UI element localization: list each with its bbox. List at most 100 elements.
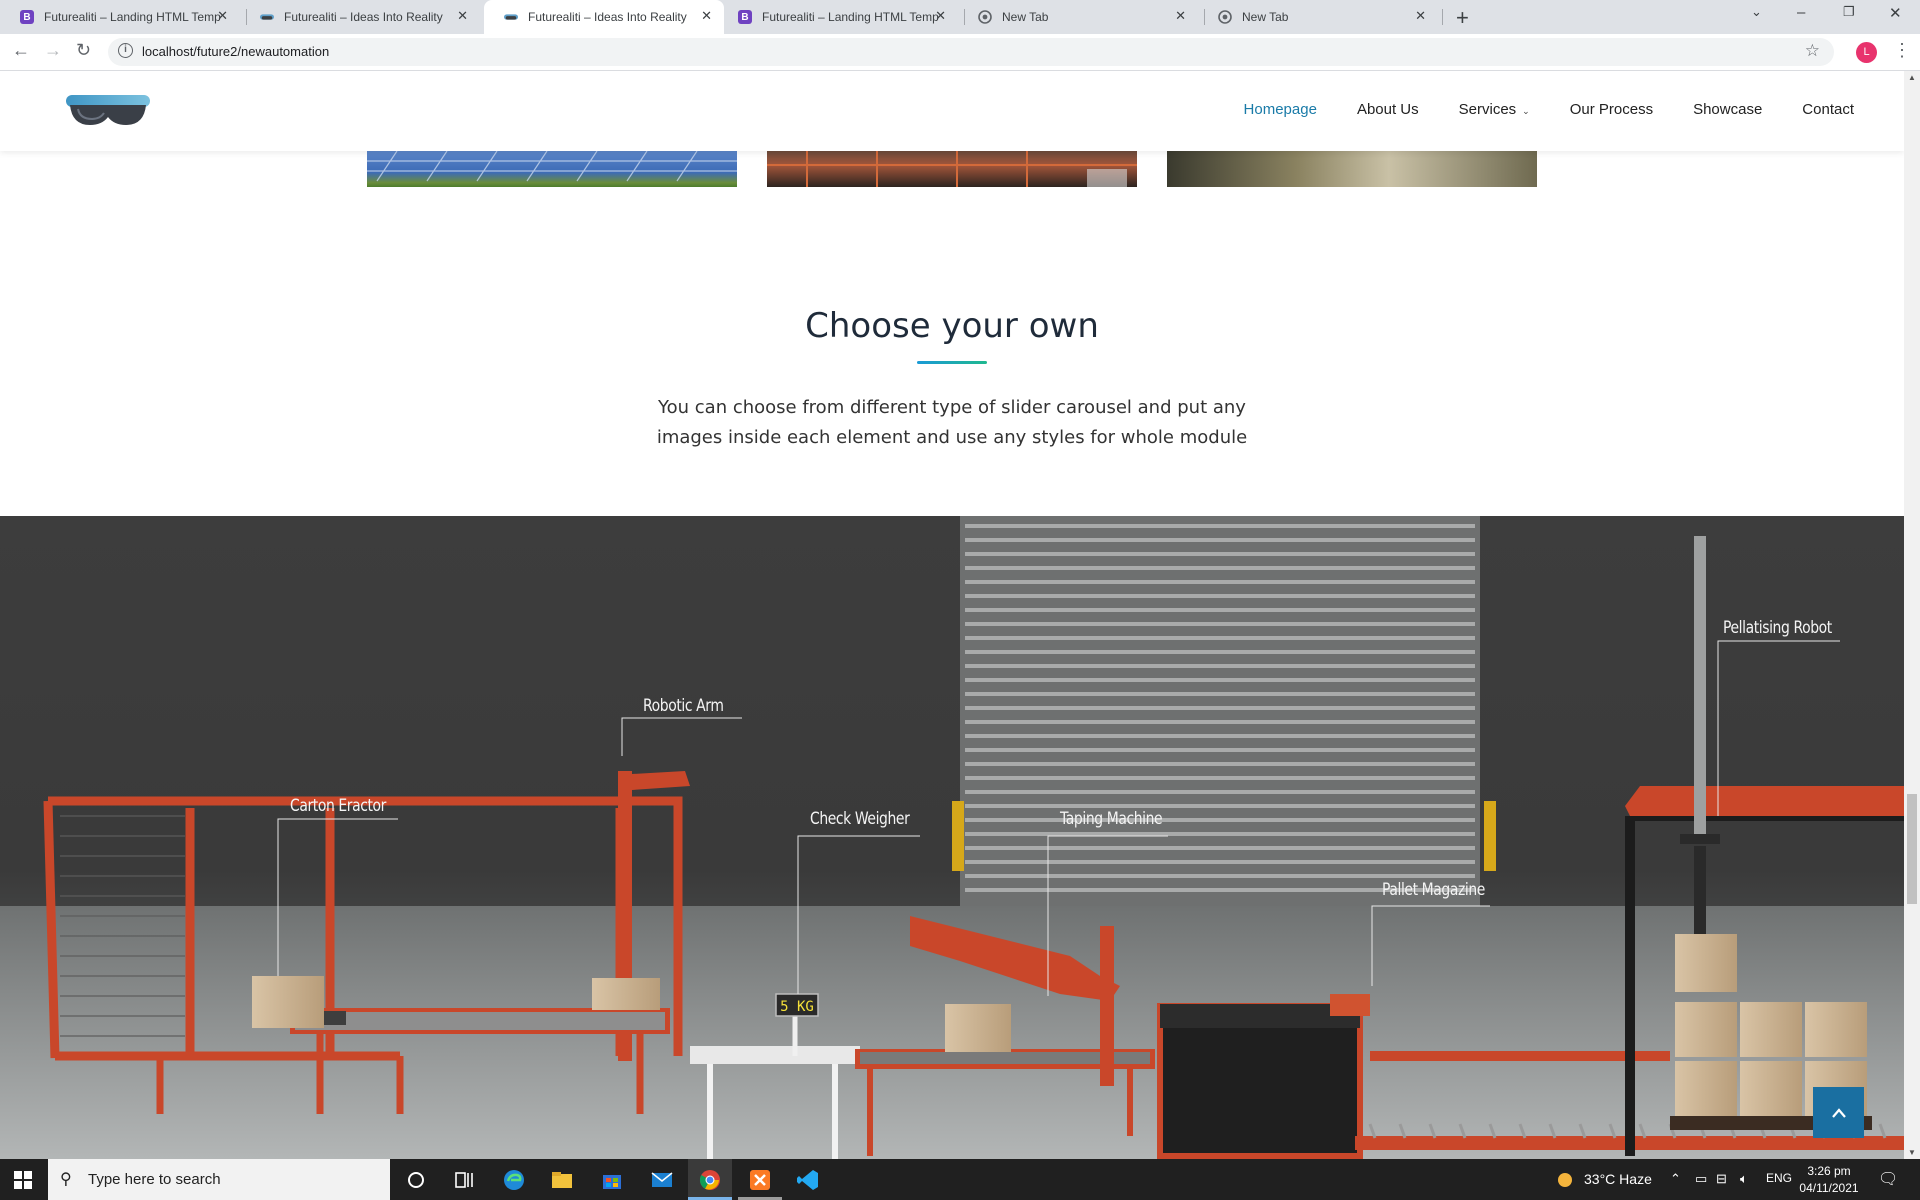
chevron-up-icon bbox=[1831, 1107, 1846, 1118]
weather-sun-icon[interactable] bbox=[1556, 1171, 1574, 1192]
site-info-icon[interactable]: i bbox=[118, 43, 133, 58]
shutter-slats bbox=[965, 524, 1475, 892]
cortana-icon[interactable] bbox=[404, 1168, 428, 1192]
callout-check-weigher: Check Weigher bbox=[810, 809, 910, 829]
close-tab-icon[interactable]: ✕ bbox=[457, 8, 468, 24]
site-logo[interactable] bbox=[64, 91, 152, 129]
url-text[interactable]: localhost/future2/newautomation bbox=[142, 44, 329, 59]
close-tab-icon[interactable]: ✕ bbox=[217, 8, 228, 24]
vr-goggles-icon bbox=[504, 10, 518, 24]
system-clock[interactable]: 3:26 pm 04/11/2021 bbox=[1796, 1163, 1862, 1197]
robot-gripper-shaft bbox=[1694, 846, 1706, 936]
notification-center-icon[interactable]: 🗨︎ bbox=[1878, 1169, 1898, 1189]
tab-title: New Tab bbox=[1242, 10, 1289, 24]
tab-title: Futurealiti – Landing HTML Temp bbox=[44, 10, 221, 24]
taskbar-search-box[interactable]: ⚲ Type here to search bbox=[48, 1159, 390, 1200]
profile-avatar[interactable]: L bbox=[1856, 42, 1877, 63]
browser-tab[interactable]: New Tab ✕ bbox=[1198, 0, 1438, 34]
door-bollard-right bbox=[1484, 801, 1496, 871]
back-arrow-icon[interactable]: ← bbox=[12, 40, 30, 61]
carton-box bbox=[252, 976, 324, 1028]
callout-pellatising-robot: Pellatising Robot bbox=[1723, 618, 1832, 638]
close-tab-icon[interactable]: ✕ bbox=[1175, 8, 1186, 24]
weather-status[interactable]: 33°C Haze bbox=[1584, 1171, 1652, 1187]
browser-tab[interactable]: B Futurealiti – Landing HTML Temp ✕ bbox=[0, 0, 240, 34]
scroll-down-arrow-icon[interactable]: ▼ bbox=[1908, 1148, 1916, 1157]
nav-our-process[interactable]: Our Process bbox=[1570, 101, 1653, 118]
forward-arrow-icon[interactable]: → bbox=[44, 40, 62, 61]
minimize-icon[interactable]: – bbox=[1797, 4, 1805, 21]
main-navigation: Homepage About Us Services ⌄ Our Process … bbox=[1244, 101, 1854, 118]
windows-start-icon[interactable] bbox=[14, 1171, 32, 1189]
carton-box bbox=[1740, 1002, 1802, 1057]
carton-box bbox=[1740, 1061, 1802, 1116]
browser-menu-icon[interactable]: ⋮ bbox=[1893, 40, 1911, 61]
carton-box bbox=[1675, 1061, 1737, 1116]
browser-tab[interactable]: Futurealiti – Ideas Into Reality ✕ bbox=[240, 0, 480, 34]
check-weigher-table bbox=[690, 1046, 860, 1064]
address-bar[interactable]: i localhost/future2/newautomation ☆ bbox=[108, 38, 1834, 66]
close-tab-icon[interactable]: ✕ bbox=[1415, 8, 1426, 24]
gallery-thumbnail-row bbox=[0, 151, 1904, 187]
vscode-icon[interactable] bbox=[796, 1168, 820, 1192]
solar-panels-image[interactable] bbox=[367, 151, 737, 187]
bootstrap-icon: B bbox=[738, 10, 752, 24]
chrome-icon bbox=[978, 10, 992, 24]
file-explorer-icon[interactable] bbox=[550, 1168, 574, 1192]
browser-tab-active[interactable]: Futurealiti – Ideas Into Reality ✕ bbox=[484, 0, 724, 34]
page-scrollbar[interactable]: ▲ ▼ bbox=[1904, 71, 1920, 1159]
nav-services-label: Services bbox=[1458, 101, 1517, 118]
close-tab-icon[interactable]: ✕ bbox=[701, 8, 712, 24]
scale-display-text: 5 KG bbox=[780, 999, 814, 1015]
tab-search-chevron-icon[interactable]: ⌄ bbox=[1751, 4, 1762, 20]
tab-title: Futurealiti – Ideas Into Reality bbox=[528, 10, 687, 24]
title-underline-divider bbox=[917, 361, 987, 364]
reload-icon[interactable]: ↻ bbox=[76, 40, 91, 61]
language-indicator[interactable]: ENG bbox=[1766, 1171, 1792, 1185]
tab-title: Futurealiti – Landing HTML Temp bbox=[762, 10, 939, 24]
industrial-plant-image[interactable] bbox=[767, 151, 1137, 187]
meet-now-icon[interactable]: ▭ bbox=[1695, 1171, 1707, 1187]
bookmark-star-icon[interactable]: ☆ bbox=[1805, 41, 1820, 61]
new-tab-plus-icon[interactable]: + bbox=[1456, 5, 1469, 31]
task-view-icon[interactable] bbox=[452, 1168, 476, 1192]
robot-vertical-axis bbox=[1694, 536, 1706, 836]
automation-line-illustration: 5 KG Carton Eractor Robotic Arm Check We… bbox=[0, 516, 1904, 1159]
carton-box bbox=[1805, 1002, 1867, 1057]
laboratory-image[interactable] bbox=[1167, 151, 1537, 187]
scroll-up-arrow-icon[interactable]: ▲ bbox=[1908, 73, 1916, 82]
mail-icon[interactable] bbox=[650, 1168, 674, 1192]
tab-title: Futurealiti – Ideas Into Reality bbox=[284, 10, 443, 24]
nav-homepage[interactable]: Homepage bbox=[1244, 101, 1317, 118]
carton-box bbox=[945, 1004, 1011, 1052]
browser-tab[interactable]: New Tab ✕ bbox=[958, 0, 1198, 34]
restore-icon[interactable]: ❐ bbox=[1843, 4, 1855, 20]
clock-time: 3:26 pm bbox=[1807, 1164, 1851, 1178]
vr-goggles-icon bbox=[260, 10, 274, 24]
nav-showcase[interactable]: Showcase bbox=[1693, 101, 1762, 118]
show-hidden-icons-chevron-icon[interactable]: ⌃ bbox=[1670, 1171, 1681, 1187]
volume-icon[interactable]: 🔈︎ bbox=[1740, 1171, 1748, 1187]
pallet-magazine bbox=[1157, 1003, 1363, 1159]
microsoft-store-icon[interactable] bbox=[600, 1168, 624, 1192]
callout-carton-eractor: Carton Eractor bbox=[290, 796, 387, 816]
nav-about-us[interactable]: About Us bbox=[1357, 101, 1419, 118]
nav-services[interactable]: Services ⌄ bbox=[1459, 101, 1530, 118]
close-tab-icon[interactable]: ✕ bbox=[935, 8, 946, 24]
nav-contact[interactable]: Contact bbox=[1802, 101, 1854, 118]
callout-robotic-arm: Robotic Arm bbox=[643, 696, 724, 716]
browser-tab-strip: B Futurealiti – Landing HTML Temp ✕ Futu… bbox=[0, 0, 1920, 34]
network-icon[interactable]: ⊟ bbox=[1716, 1171, 1727, 1187]
robot-carriage bbox=[1680, 834, 1720, 844]
scrollbar-thumb[interactable] bbox=[1907, 794, 1917, 904]
bootstrap-icon: B bbox=[20, 10, 34, 24]
section-title: Choose your own bbox=[805, 306, 1099, 346]
edge-browser-icon[interactable] bbox=[502, 1168, 526, 1192]
chrome-taskbar-icon[interactable] bbox=[698, 1168, 722, 1192]
carton-box bbox=[1675, 1002, 1737, 1057]
browser-tab[interactable]: B Futurealiti – Landing HTML Temp ✕ bbox=[718, 0, 958, 34]
xampp-icon[interactable] bbox=[748, 1168, 772, 1192]
close-window-icon[interactable]: ✕ bbox=[1889, 4, 1902, 22]
back-to-top-button[interactable] bbox=[1813, 1087, 1864, 1138]
carton-box bbox=[592, 978, 660, 1010]
